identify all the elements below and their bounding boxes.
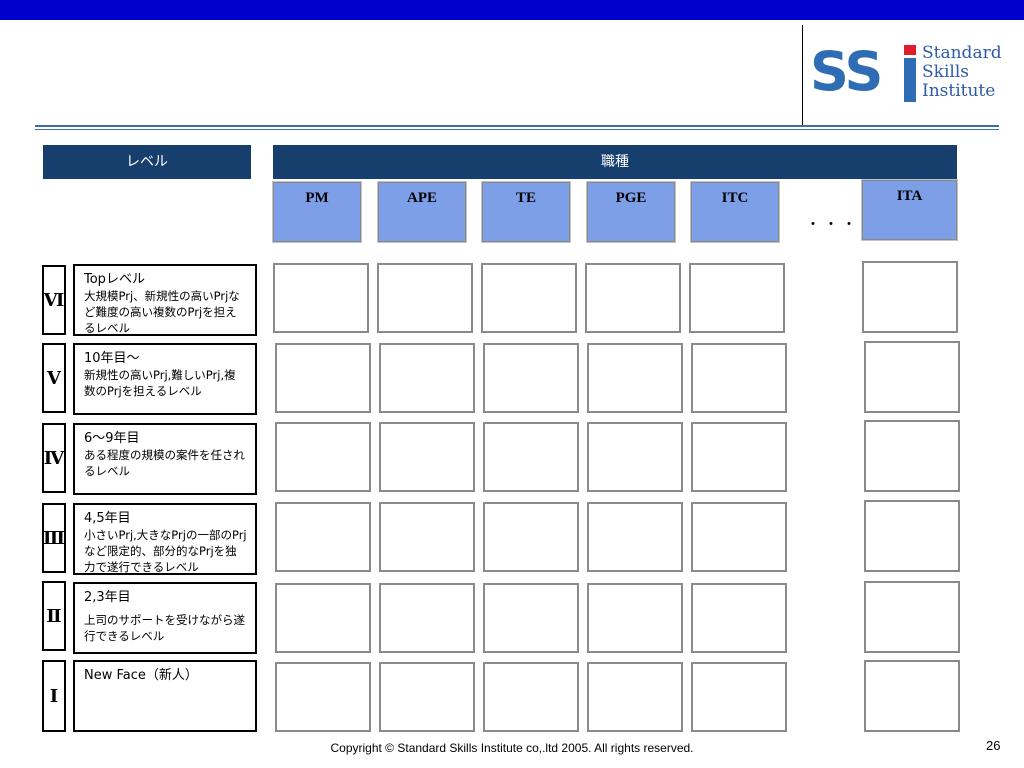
grid-cell bbox=[585, 263, 681, 333]
grid-cell bbox=[275, 662, 371, 732]
job-type-header: 職種 bbox=[273, 145, 957, 179]
grid-cell bbox=[587, 662, 683, 732]
grid-cell bbox=[275, 583, 371, 653]
grid-cell bbox=[587, 583, 683, 653]
level-desc-6: Topレベル 大規模Prj、新規性の高いPrjなど難度の高い複数のPrjを担える… bbox=[73, 264, 257, 336]
grid-cell bbox=[689, 263, 785, 333]
grid-cell bbox=[691, 343, 787, 413]
grid-cell bbox=[864, 660, 960, 732]
grid-cell bbox=[862, 261, 958, 333]
grid-cell bbox=[275, 422, 371, 492]
logo-word-standard: Standard bbox=[922, 43, 1002, 63]
grid-cell bbox=[483, 662, 579, 732]
level-header: レベル bbox=[43, 145, 251, 179]
header-rule-thin bbox=[35, 129, 999, 130]
more-jobs-ellipsis: ・・・ bbox=[806, 217, 860, 233]
level-description: ある程度の規模の案件を任されるレベル bbox=[84, 448, 245, 478]
grid-cell bbox=[379, 422, 475, 492]
page-number: 26 bbox=[986, 738, 1001, 753]
grid-cell bbox=[587, 422, 683, 492]
level-description: 新規性の高いPrj,難しいPrj,複数のPrjを担えるレベル bbox=[84, 368, 236, 398]
grid-cell bbox=[483, 422, 579, 492]
level-title: 2,3年目 bbox=[84, 590, 131, 605]
logo-word-skills: Skills bbox=[922, 62, 969, 82]
level-desc-5: 10年目～ 新規性の高いPrj,難しいPrj,複数のPrjを担えるレベル bbox=[73, 343, 257, 415]
ssi-logo: SS Standard Skills Institute bbox=[808, 40, 1008, 104]
level-roman-3: Ⅲ bbox=[42, 503, 66, 573]
level-roman-6: Ⅵ bbox=[42, 265, 66, 335]
logo-i-bar bbox=[904, 58, 916, 102]
grid-cell bbox=[379, 662, 475, 732]
level-roman-1: Ⅰ bbox=[42, 660, 66, 732]
grid-cell bbox=[377, 263, 473, 333]
grid-cell bbox=[481, 263, 577, 333]
logo-mark-letters: SS bbox=[810, 40, 883, 103]
job-te: TE bbox=[481, 181, 571, 243]
top-banner bbox=[0, 0, 1024, 20]
job-pm: PM bbox=[272, 181, 362, 243]
grid-cell bbox=[864, 341, 960, 413]
job-ape: APE bbox=[377, 181, 467, 243]
level-roman-2: Ⅱ bbox=[42, 581, 66, 651]
level-title: 4,5年目 bbox=[84, 511, 131, 526]
grid-cell bbox=[587, 502, 683, 572]
grid-cell bbox=[483, 583, 579, 653]
grid-cell bbox=[379, 502, 475, 572]
level-title: 6～9年目 bbox=[84, 431, 140, 446]
copyright-footer: Copyright © Standard Skills Institute co… bbox=[330, 741, 694, 755]
level-desc-2: 2,3年目 上司のサポートを受けながら遂行できるレベル bbox=[73, 582, 257, 654]
grid-cell bbox=[275, 502, 371, 572]
job-pge: PGE bbox=[586, 181, 676, 243]
grid-cell bbox=[379, 343, 475, 413]
grid-cell bbox=[864, 420, 960, 492]
logo-i-dot bbox=[904, 45, 916, 55]
grid-cell bbox=[691, 583, 787, 653]
logo-word-institute: Institute bbox=[922, 81, 996, 101]
ssi-logo-mark: SS bbox=[808, 42, 920, 102]
level-description: 小さいPrj,大きなPrjの一部のPrjなど限定的、部分的なPrjを独力で遂行で… bbox=[84, 528, 247, 574]
header-divider bbox=[802, 25, 803, 125]
grid-cell bbox=[864, 500, 960, 572]
grid-cell bbox=[587, 343, 683, 413]
grid-cell bbox=[379, 583, 475, 653]
level-title: New Face（新人） bbox=[84, 668, 198, 683]
level-desc-3: 4,5年目 小さいPrj,大きなPrjの一部のPrjなど限定的、部分的なPrjを… bbox=[73, 503, 257, 575]
job-itc: ITC bbox=[690, 181, 780, 243]
logo-wordmark: Standard Skills Institute bbox=[922, 44, 1002, 101]
header-rule bbox=[35, 125, 999, 127]
grid-cell bbox=[864, 581, 960, 653]
grid-cell bbox=[483, 343, 579, 413]
level-roman-4: Ⅳ bbox=[42, 423, 66, 493]
grid-cell bbox=[691, 502, 787, 572]
level-desc-1: New Face（新人） bbox=[73, 660, 257, 732]
grid-cell bbox=[275, 343, 371, 413]
job-ita: ITA bbox=[861, 179, 958, 241]
grid-cell bbox=[691, 662, 787, 732]
grid-cell bbox=[273, 263, 369, 333]
level-description: 大規模Prj、新規性の高いPrjなど難度の高い複数のPrjを担えるレベル bbox=[84, 289, 240, 335]
level-roman-5: Ⅴ bbox=[42, 343, 66, 413]
level-description: 上司のサポートを受けながら遂行できるレベル bbox=[84, 613, 245, 643]
grid-cell bbox=[483, 502, 579, 572]
level-title: Topレベル bbox=[84, 272, 145, 287]
grid-cell bbox=[691, 422, 787, 492]
level-desc-4: 6～9年目 ある程度の規模の案件を任されるレベル bbox=[73, 423, 257, 495]
level-title: 10年目～ bbox=[84, 351, 140, 366]
